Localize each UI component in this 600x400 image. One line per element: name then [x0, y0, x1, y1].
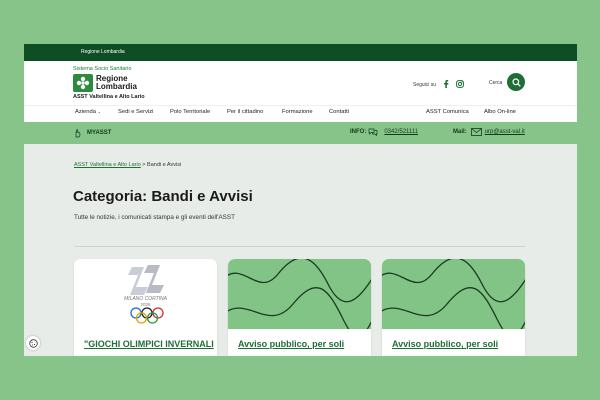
- main-nav: Azienda ⌄ Sedi e Servizi Polo Territoria…: [24, 105, 577, 122]
- email-link[interactable]: urp@asst-val.it: [485, 129, 525, 135]
- nav-item-albo[interactable]: Albo On-line: [484, 109, 516, 115]
- search-button[interactable]: [507, 73, 525, 91]
- page-title: Categoria: Bandi e Avvisi: [73, 188, 253, 205]
- phone-link[interactable]: 0342/521111: [384, 129, 418, 135]
- main-content: ASST Valtellina e Alto Lario > Bandi e A…: [24, 144, 577, 356]
- card-title[interactable]: Avviso pubblico, per soli: [238, 339, 344, 349]
- nav-item-formazione[interactable]: Formazione: [282, 109, 313, 115]
- myasst-link[interactable]: MYASST: [73, 128, 111, 138]
- nav-item-polo[interactable]: Polo Territoriale: [170, 109, 210, 115]
- nav-item-asst-comunica[interactable]: ASST Comunica: [426, 109, 469, 115]
- breadcrumb-home[interactable]: ASST Valtellina e Alto Lario: [74, 162, 141, 168]
- card-title[interactable]: "GIOCHI OLIMPICI INVERNALI: [84, 339, 214, 349]
- mail-icon: [470, 128, 482, 136]
- facebook-icon[interactable]: [443, 80, 449, 90]
- info-mail: Mail: urp@asst-val.it: [453, 128, 525, 136]
- news-card[interactable]: MILANO CORTINA 2026 "GIOCHI OLIMPICI INV…: [74, 259, 217, 356]
- network-label: Sistema Socio Sanitario: [73, 66, 132, 72]
- card-image: MILANO CORTINA 2026: [74, 259, 217, 329]
- site-header: Sistema Socio Sanitario Regione Lombardi…: [24, 61, 577, 105]
- social-links: Seguici su: [413, 80, 464, 90]
- site-logo[interactable]: Sistema Socio Sanitario Regione Lombardi…: [73, 66, 145, 100]
- top-bar: Regione Lombardia: [24, 44, 577, 61]
- hand-pointer-icon: [75, 129, 81, 138]
- chevron-down-icon: ⌄: [97, 109, 101, 114]
- breadcrumb-current: Bandi e Avvisi: [147, 162, 182, 168]
- nav-item-sedi[interactable]: Sedi e Servizi: [118, 109, 153, 115]
- card-image: [382, 259, 525, 338]
- instagram-icon[interactable]: [456, 80, 464, 90]
- card-image: [228, 259, 371, 338]
- search-label: Cerca: [489, 80, 503, 86]
- info-label: INFO:: [350, 129, 367, 135]
- chat-icon: [368, 128, 378, 136]
- info-bar: MYASST INFO: 0342/521111 Mail: urp@asst-…: [24, 122, 577, 144]
- search-icon: [511, 77, 521, 87]
- nav-item-azienda[interactable]: Azienda ⌄: [75, 109, 101, 115]
- news-card[interactable]: Avviso pubblico, per soli: [382, 259, 525, 356]
- news-card[interactable]: Avviso pubblico, per soli: [228, 259, 371, 356]
- divider: [74, 246, 525, 247]
- card-title[interactable]: Avviso pubblico, per soli: [392, 339, 498, 349]
- pattern-decoration: [382, 259, 525, 338]
- mail-label: Mail:: [453, 129, 467, 135]
- nav-item-cittadino[interactable]: Per il cittadino: [227, 109, 263, 115]
- breadcrumb: ASST Valtellina e Alto Lario > Bandi e A…: [74, 162, 181, 168]
- nav-item-contatti[interactable]: Contatti: [329, 109, 349, 115]
- regione-link[interactable]: Regione Lombardia: [81, 49, 125, 55]
- breadcrumb-separator: >: [142, 162, 146, 168]
- page-subtitle: Tutte le notizie, i comunicati stampa e …: [74, 214, 235, 221]
- myasst-label: MYASST: [87, 130, 112, 136]
- logo-text-line2: Lombardia: [96, 82, 137, 91]
- cookie-icon: [28, 338, 38, 348]
- olympics-logo-icon: [128, 265, 164, 324]
- browser-frame: Regione Lombardia Sistema Socio Sanitari…: [24, 44, 577, 356]
- cookie-settings-button[interactable]: [26, 336, 40, 350]
- info-phone: INFO: 0342/521111: [350, 128, 418, 136]
- org-name: ASST Valtellina e Alto Lario: [73, 94, 145, 100]
- follow-label: Seguici su: [413, 82, 437, 88]
- olympics-logo-year: 2026: [140, 302, 151, 307]
- pattern-decoration: [228, 259, 371, 338]
- lombardia-logo-icon: [73, 74, 93, 92]
